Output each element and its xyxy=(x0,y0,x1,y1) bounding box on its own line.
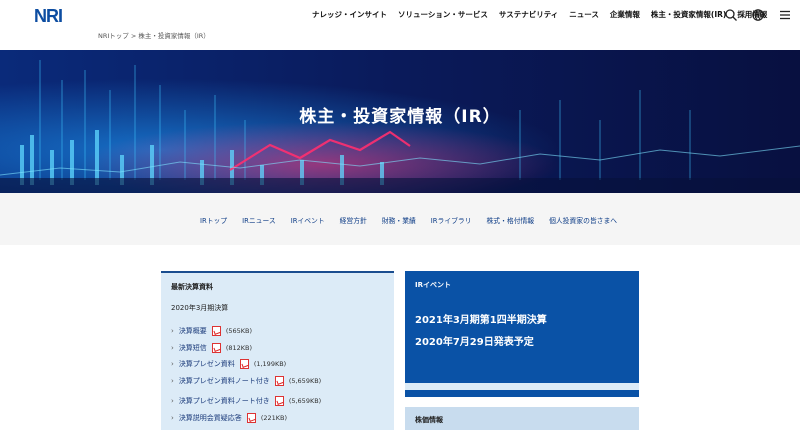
nav-knowledge[interactable]: ナレッジ・インサイト xyxy=(312,9,387,20)
doc-size: (5,659KB) xyxy=(288,376,322,385)
overlapped-row xyxy=(171,389,321,393)
pdf-icon xyxy=(274,396,284,407)
pdf-icon xyxy=(211,326,221,337)
search-icon[interactable] xyxy=(724,8,738,22)
subnav-ir-news[interactable]: IRニュース xyxy=(242,215,276,225)
nav-company[interactable]: 企業情報 xyxy=(610,9,640,20)
results-doc-list: › 決算概要 (565KB) › 決算短信 (812KB) › 決算プレゼン資料… xyxy=(171,323,321,426)
subnav-stock-rating[interactable]: 株式・格付情報 xyxy=(487,215,535,225)
ir-card-strip xyxy=(405,390,639,397)
chevron-right-icon: › xyxy=(171,397,174,406)
subnav-ir-events[interactable]: IRイベント xyxy=(291,215,325,225)
doc-label[interactable]: 決算短信 xyxy=(179,343,207,353)
doc-link[interactable]: › 決算プレゼン資料ノート付き (5,659KB) xyxy=(171,393,321,410)
chevron-right-icon: › xyxy=(171,360,174,369)
latest-results-title: 最新決算資料 xyxy=(171,283,213,291)
doc-label[interactable]: 決算プレゼン資料 xyxy=(179,359,235,369)
ir-event-line1: 2021年3月期第1四半期決算 xyxy=(415,315,547,326)
doc-link[interactable]: › 決算短信 (812KB) xyxy=(171,340,321,357)
pdf-icon xyxy=(211,342,221,353)
doc-link[interactable]: › 決算プレゼン資料 (1,199KB) xyxy=(171,356,321,373)
nav-solutions[interactable]: ソリューション・サービス xyxy=(398,9,488,20)
ir-card-strip xyxy=(405,383,639,390)
subnav-individual-investors[interactable]: 個人投資家の皆さまへ xyxy=(549,215,617,225)
stock-info-card[interactable]: 株価情報 xyxy=(405,407,639,430)
hero-banner: 株主・投資家情報（IR） xyxy=(0,50,800,193)
ir-subnav: IRトップ IRニュース IRイベント 経営方針 財務・業績 IRライブラリ 株… xyxy=(0,193,800,245)
pdf-icon xyxy=(239,359,249,370)
doc-size: (812KB) xyxy=(225,343,253,352)
menu-icon[interactable] xyxy=(778,8,792,22)
ir-event-line2: 2020年7月29日発表予定 xyxy=(415,337,534,348)
chevron-right-icon: › xyxy=(171,343,174,352)
latest-results-period: 2020年3月期決算 xyxy=(171,304,229,312)
nav-news[interactable]: ニュース xyxy=(569,9,599,20)
doc-label[interactable]: 決算プレゼン資料ノート付き xyxy=(179,396,270,406)
doc-size: (5,659KB) xyxy=(288,397,322,406)
subnav-financials[interactable]: 財務・業績 xyxy=(382,215,416,225)
subnav-policy[interactable]: 経営方針 xyxy=(340,215,367,225)
ir-event-card[interactable]: IRイベント 2021年3月期第1四半期決算 2020年7月29日発表予定 xyxy=(405,271,639,383)
doc-size: (221KB) xyxy=(260,413,288,422)
main-nav: ナレッジ・インサイト ソリューション・サービス サステナビリティ ニュース 企業… xyxy=(312,9,778,20)
doc-label[interactable]: 決算概要 xyxy=(179,326,207,336)
doc-link[interactable]: › 決算概要 (565KB) xyxy=(171,323,321,340)
pdf-icon xyxy=(274,375,284,386)
breadcrumb[interactable]: NRIトップ > 株主・投資家情報（IR） xyxy=(98,30,210,40)
ir-event-label: IRイベント xyxy=(415,281,451,289)
nri-logo[interactable]: NRI xyxy=(34,6,63,27)
doc-link[interactable]: › 決算プレゼン資料ノート付き (5,659KB) xyxy=(171,373,321,390)
globe-icon[interactable] xyxy=(751,8,765,22)
nav-ir[interactable]: 株主・投資家情報(IR) xyxy=(651,9,726,20)
doc-link[interactable]: › 決算説明会質疑応答 (221KB) xyxy=(171,410,321,427)
doc-size: (1,199KB) xyxy=(253,360,287,369)
site-header: NRI ナレッジ・インサイト ソリューション・サービス サステナビリティ ニュー… xyxy=(0,0,800,30)
nav-sustainability[interactable]: サステナビリティ xyxy=(499,9,558,20)
stock-info-label: 株価情報 xyxy=(415,416,443,424)
chevron-right-icon: › xyxy=(171,327,174,336)
doc-label[interactable]: 決算説明会質疑応答 xyxy=(179,413,242,423)
latest-results-panel: 最新決算資料 2020年3月期決算 › 決算概要 (565KB) › 決算短信 … xyxy=(161,271,394,430)
page-title: 株主・投資家情報（IR） xyxy=(299,107,501,127)
chevron-right-icon: › xyxy=(171,376,174,385)
pdf-icon xyxy=(246,412,256,423)
subnav-ir-top[interactable]: IRトップ xyxy=(200,215,227,225)
doc-size: (565KB) xyxy=(225,327,253,336)
doc-label[interactable]: 決算プレゼン資料ノート付き xyxy=(179,376,270,386)
subnav-ir-library[interactable]: IRライブラリ xyxy=(431,215,472,225)
chevron-right-icon: › xyxy=(171,413,174,422)
